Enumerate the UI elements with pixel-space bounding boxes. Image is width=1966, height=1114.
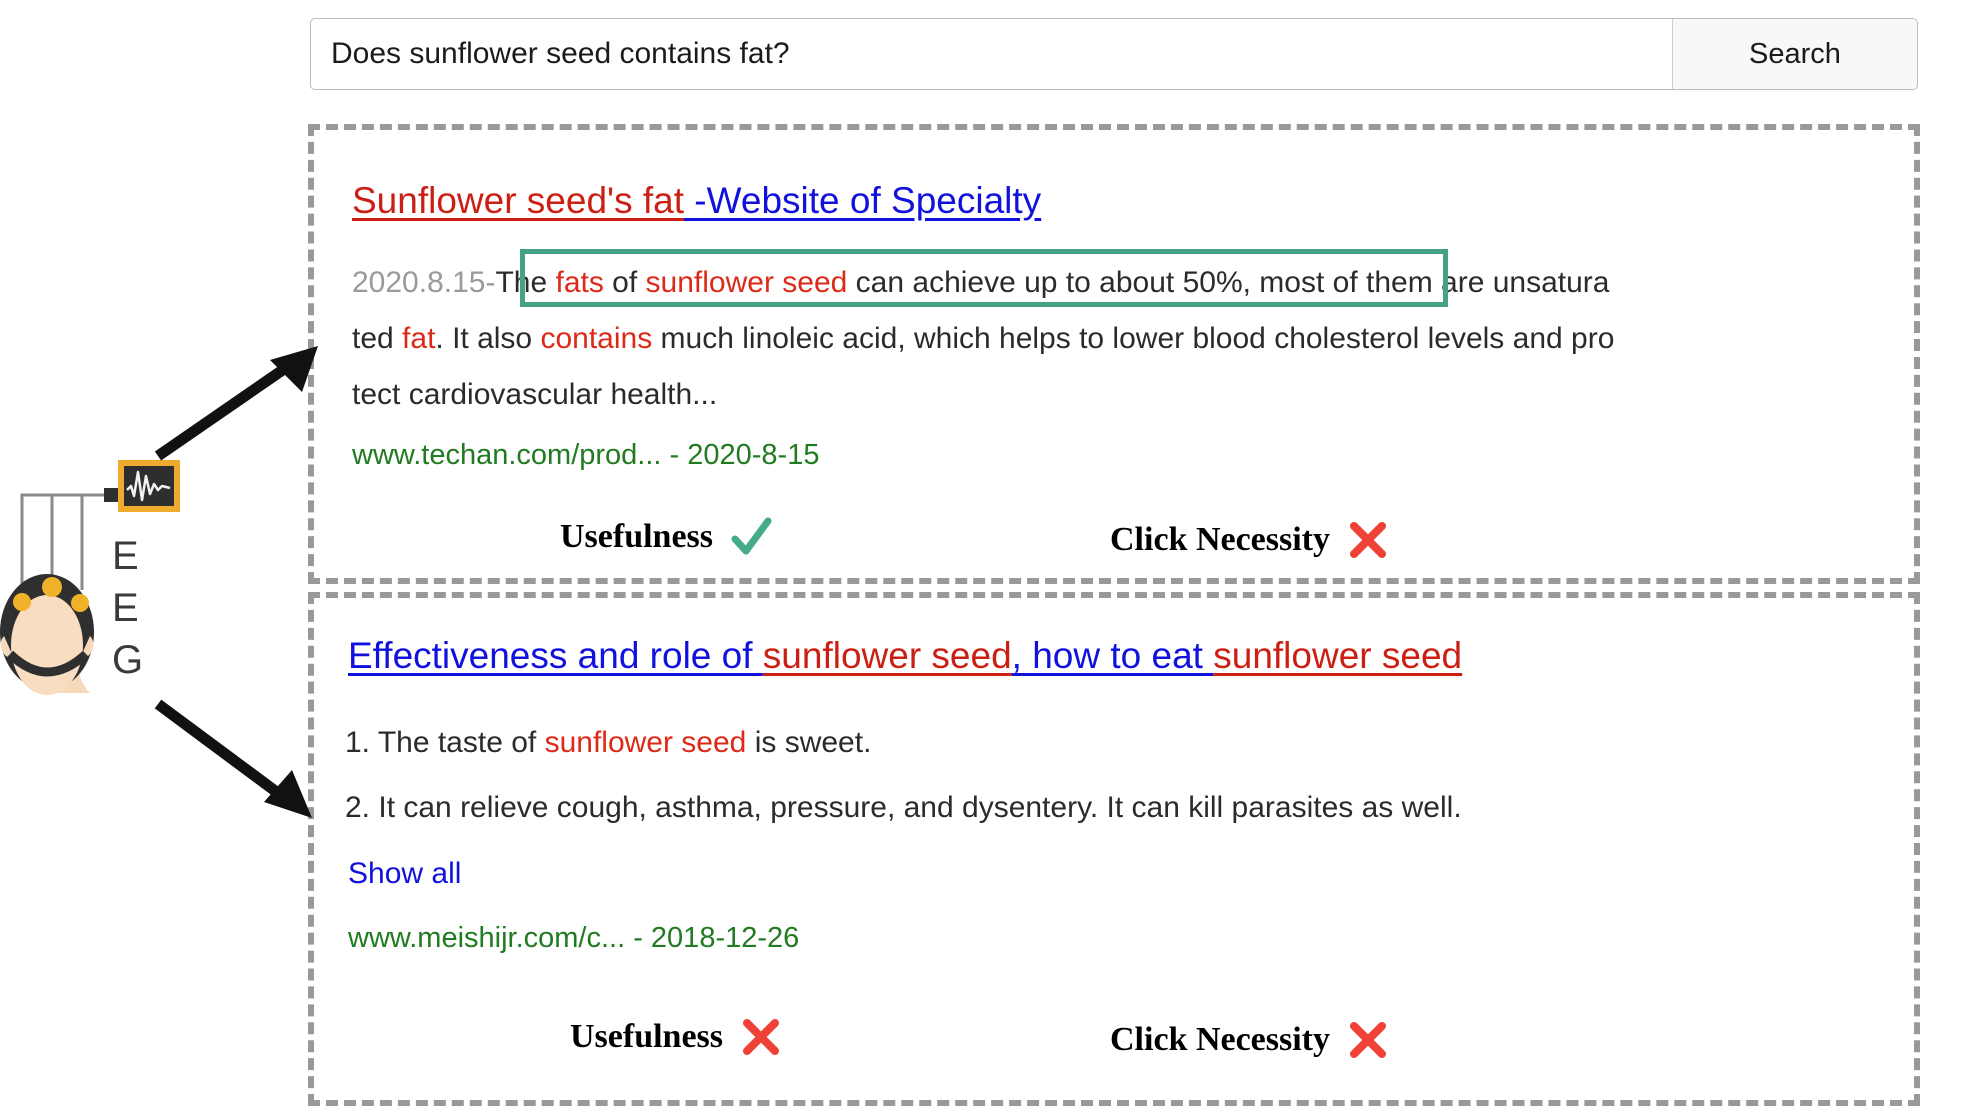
result-2-title-part-2[interactable]: sunflower seed bbox=[763, 635, 1012, 676]
cross-icon bbox=[1350, 522, 1387, 558]
result-1-title[interactable]: Sunflower seed's fat -Website of Special… bbox=[352, 180, 1041, 223]
r2l1-seg0: 1. The taste of bbox=[345, 726, 545, 759]
r1l2-seg3: contains bbox=[540, 322, 653, 355]
eeg-figure-icon bbox=[0, 460, 180, 695]
result-2-url[interactable]: www.meishijr.com/c... - 2018-12-26 bbox=[348, 910, 799, 966]
result-2-snippet-line-1: 1. The taste of sunflower seed is sweet. bbox=[345, 715, 871, 771]
eeg-label-line-3: G bbox=[112, 638, 144, 682]
result-2-click-necessity: Click Necessity bbox=[1110, 1018, 1390, 1062]
eeg-label-line-1: E bbox=[112, 534, 139, 578]
r1l1-seg3: sunflower seed bbox=[645, 266, 848, 299]
r1l1-seg4: can achieve up to about 50%, bbox=[847, 266, 1251, 299]
eeg-label-line-2: E bbox=[112, 586, 139, 630]
check-icon bbox=[731, 517, 772, 555]
r2l1-seg2: is sweet. bbox=[746, 726, 872, 759]
result-1-click-necessity-label: Click Necessity bbox=[1110, 521, 1331, 558]
r1l2-seg1: fat bbox=[402, 322, 436, 355]
result-2-snippet-line-2: 2. It can relieve cough, asthma, pressur… bbox=[345, 780, 1462, 836]
result-1-usefulness: Usefulness bbox=[560, 515, 773, 559]
result-2-title-part-1[interactable]: Effectiveness and role of bbox=[348, 635, 763, 676]
r1l2-seg2: . It also bbox=[435, 322, 541, 355]
r1l1-seg1: fats bbox=[555, 266, 604, 299]
r2l2-seg0: 2. It can relieve cough, asthma, pressur… bbox=[345, 791, 1462, 824]
result-1-snippet-line-3: tect cardiovascular health... bbox=[352, 378, 718, 411]
result-2-title-part-3[interactable]: , how to eat bbox=[1012, 635, 1214, 676]
result-1-snippet-line-1: 2020.8.15-The fats of sunflower seed can… bbox=[352, 255, 1609, 311]
result-1-usefulness-label: Usefulness bbox=[560, 518, 714, 555]
result-2-show-all-link[interactable]: Show all bbox=[348, 846, 461, 902]
result-1-url[interactable]: www.techan.com/prod... - 2020-8-15 bbox=[352, 427, 819, 483]
result-1-title-part-1[interactable]: Sunflower seed's fat bbox=[352, 180, 684, 221]
r1l2-seg0: ted bbox=[352, 322, 403, 355]
result-2-usefulness: Usefulness bbox=[570, 1015, 783, 1059]
result-1-snippet-line-2: ted fat. It also contains much linoleic … bbox=[352, 311, 1614, 367]
arrow-to-result-2-icon bbox=[154, 699, 312, 818]
result-2-usefulness-label: Usefulness bbox=[570, 1018, 724, 1055]
r1l1-seg2: of bbox=[603, 266, 646, 299]
arrow-to-result-1-icon bbox=[154, 346, 318, 461]
cross-icon bbox=[1350, 1022, 1387, 1058]
search-button[interactable]: Search bbox=[1672, 19, 1917, 89]
r2l1-seg1: sunflower seed bbox=[544, 726, 747, 759]
search-input[interactable] bbox=[311, 19, 1672, 89]
result-2-click-necessity-label: Click Necessity bbox=[1110, 1021, 1331, 1058]
r1l2-seg4: much linoleic acid, which helps to lower… bbox=[652, 322, 1615, 355]
r1l1-seg0: The bbox=[495, 266, 556, 299]
eeg-label: E E G bbox=[112, 530, 143, 686]
result-1-title-part-2[interactable]: -Website of Specialty bbox=[684, 180, 1041, 221]
r1l1-seg5: most of them are unsatura bbox=[1250, 266, 1610, 299]
search-bar: Search bbox=[310, 18, 1918, 90]
cross-icon bbox=[743, 1019, 780, 1055]
page-root: Search E bbox=[0, 0, 1966, 1114]
result-1-click-necessity: Click Necessity bbox=[1110, 518, 1390, 562]
result-2-title-part-4[interactable]: sunflower seed bbox=[1213, 635, 1462, 676]
result-1-date-prefix: 2020.8.15- bbox=[352, 266, 496, 299]
eeg-illustration bbox=[0, 440, 180, 710]
result-2-title[interactable]: Effectiveness and role of sunflower seed… bbox=[348, 635, 1462, 678]
